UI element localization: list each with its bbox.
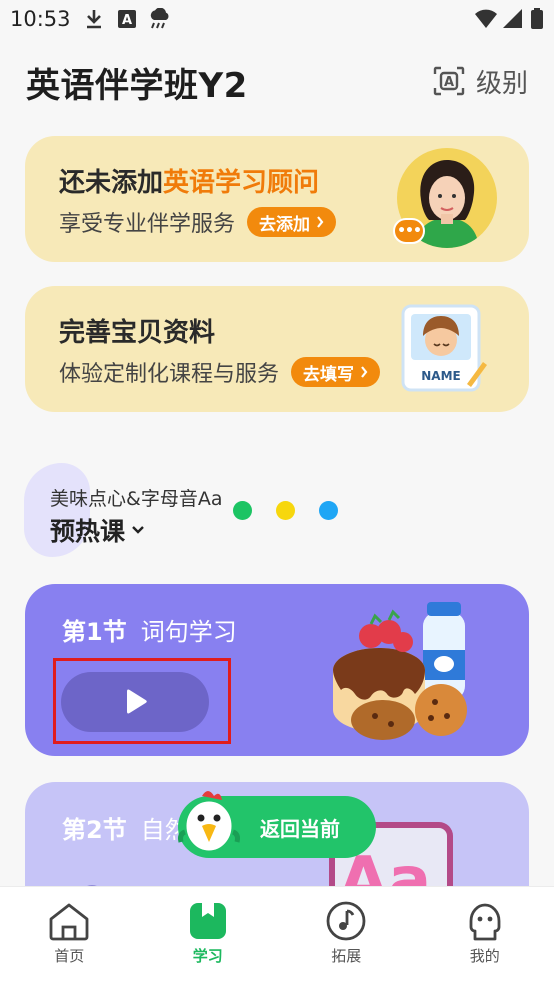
level-button[interactable]: A 级别 (432, 62, 528, 100)
home-icon (49, 903, 89, 941)
chat-bubble-icon: ••• (393, 218, 425, 244)
profile-title: 完善宝贝资料 (59, 318, 216, 348)
svg-text:A: A (122, 13, 132, 28)
chevron-down-icon (132, 526, 144, 534)
dessert-illustration-icon (333, 602, 467, 740)
lesson-1-number: 第1节 (62, 618, 127, 646)
dot-yellow (276, 501, 295, 520)
course-type-selector[interactable]: 预热课 (50, 512, 145, 548)
chick-mascot-icon (178, 791, 240, 854)
nav-study-label: 学习 (192, 947, 223, 965)
advisor-subtitle-row: 享受专业伴学服务 去添加 (59, 206, 337, 238)
signal-icon (503, 9, 522, 28)
add-advisor-button[interactable]: 去添加 (247, 207, 337, 237)
nav-profile[interactable]: 我的 (416, 887, 554, 984)
add-advisor-card[interactable]: 还未添加英语学习顾问 享受专业伴学服务 去添加 ••• (25, 136, 529, 262)
nav-study[interactable]: 学习 (139, 887, 278, 984)
svg-text:NAME: NAME (421, 369, 460, 383)
advisor-subtitle: 享受专业伴学服务 (59, 212, 236, 237)
nav-expand-label: 拓展 (331, 947, 362, 965)
status-bar: 10:53 A (0, 0, 554, 40)
dot-blue (319, 501, 338, 520)
loading-dots (233, 501, 338, 520)
screen: 10:53 A 英语伴学班Y2 A 级别 还未添加英语学习顾问 享受专业伴学服务… (0, 0, 554, 984)
lesson-2-label: 第2节 自然 (62, 810, 189, 845)
level-label: 级别 (475, 68, 528, 99)
chevron-right-icon (317, 216, 324, 228)
weather-icon (150, 8, 169, 29)
music-note-icon (326, 901, 366, 941)
name-card-icon: NAME (401, 304, 487, 392)
fill-profile-button[interactable]: 去填写 (291, 357, 381, 387)
nav-home-label: 首页 (54, 947, 85, 965)
svg-text:A: A (444, 75, 454, 90)
complete-profile-card[interactable]: 完善宝贝资料 体验定制化课程与服务 去填写 NAME (25, 286, 529, 412)
return-current-button[interactable]: 返回当前 (178, 791, 376, 858)
advisor-title-accent: 英语学习顾问 (163, 168, 320, 198)
bottom-nav: 首页 学习 拓展 我的 (0, 886, 554, 984)
dot-green (233, 501, 252, 520)
level-icon: A (433, 66, 465, 96)
nav-expand[interactable]: 拓展 (277, 887, 416, 984)
lesson-2-number: 第2节 (62, 816, 127, 844)
profile-icon (469, 903, 501, 941)
nav-profile-label: 我的 (469, 947, 500, 965)
wifi-icon (475, 9, 497, 28)
app-a-icon: A (118, 10, 136, 28)
download-icon (87, 10, 101, 29)
nav-home[interactable]: 首页 (0, 887, 139, 984)
advisor-title: 还未添加英语学习顾问 (59, 168, 320, 198)
status-time: 10:53 (10, 7, 71, 31)
course-name: 美味点心&字母音Aa (50, 488, 223, 510)
battery-icon (531, 8, 543, 29)
profile-subtitle-row: 体验定制化课程与服务 去填写 (59, 356, 381, 388)
lesson-1-title: 词句学习 (140, 618, 237, 646)
profile-subtitle: 体验定制化课程与服务 (59, 362, 280, 387)
highlight-box (53, 658, 231, 744)
book-icon (189, 903, 226, 939)
page-title: 英语伴学班Y2 (26, 66, 248, 106)
chevron-right-icon (361, 366, 368, 378)
return-current-label: 返回当前 (260, 816, 340, 841)
lesson-1-label: 第1节 词句学习 (62, 612, 237, 647)
